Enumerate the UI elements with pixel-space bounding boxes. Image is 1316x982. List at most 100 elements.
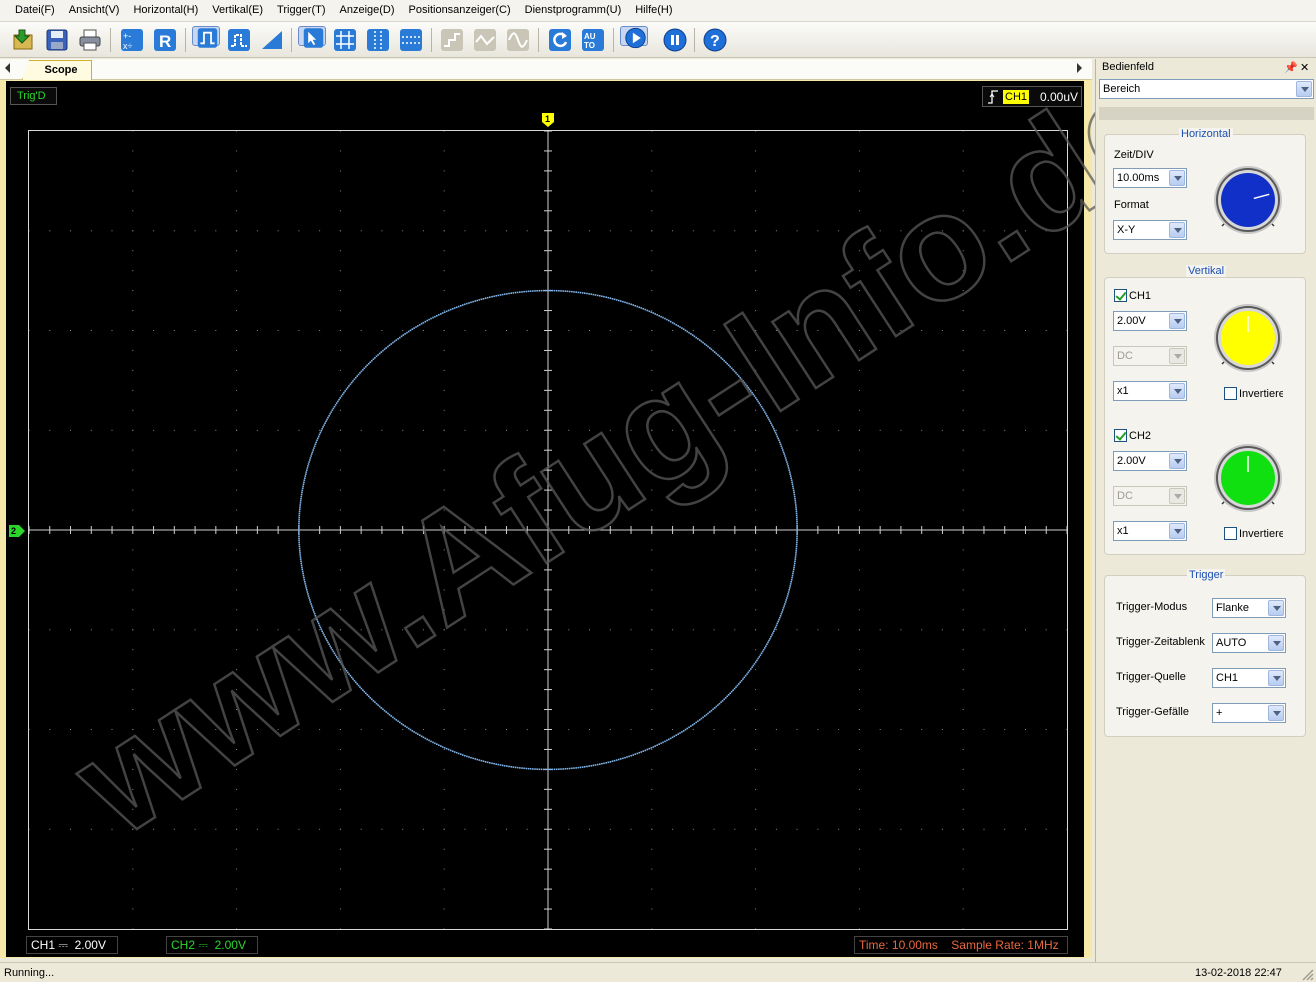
trace-point [337, 657, 339, 660]
menu-positionsanzeiger[interactable]: Positionsanzeiger(C) [402, 0, 518, 22]
trace-point [343, 666, 345, 669]
trace-point [514, 291, 517, 294]
ch2-volt-select[interactable]: 2.00V [1113, 451, 1187, 471]
menu-ansicht[interactable]: Ansicht(V) [62, 0, 127, 22]
open-icon [13, 29, 33, 50]
ch1-enable-checkbox[interactable] [1114, 289, 1127, 302]
print-button[interactable] [76, 26, 104, 54]
trace-point [691, 334, 694, 336]
trace-point [648, 747, 651, 750]
math-button[interactable]: +- x÷ [118, 26, 146, 54]
ch2-level-marker[interactable]: 2 [8, 524, 26, 538]
trigger-zeitablenk-select[interactable]: AUTO [1212, 633, 1286, 653]
trace-point [790, 581, 792, 583]
linear-interp-button[interactable] [471, 26, 499, 54]
trace-point [348, 673, 350, 675]
ramp-button[interactable] [258, 26, 286, 54]
menu-anzeige[interactable]: Anzeige(D) [333, 0, 402, 22]
ch1-invert-checkbox[interactable] [1224, 387, 1237, 400]
trace-point [352, 380, 354, 382]
ch2-probe-select[interactable]: x1 [1113, 521, 1187, 541]
ch1-horizontal-marker[interactable]: 1 [541, 112, 555, 128]
ch1-probe-select[interactable]: x1 [1113, 381, 1187, 401]
trace-point [470, 301, 472, 304]
help-button[interactable]: ? [701, 26, 729, 54]
ch2-invert-checkbox[interactable] [1224, 527, 1237, 540]
ch2-volt-knob[interactable] [1208, 442, 1288, 514]
vertical-cursor-button[interactable] [364, 26, 392, 54]
trace-point [789, 475, 792, 477]
sine-interp-button[interactable] [504, 26, 532, 54]
format-select[interactable]: X-Y [1113, 220, 1187, 240]
step-interp-button[interactable] [438, 26, 466, 54]
close-icon[interactable]: ✕ [1300, 61, 1309, 74]
trace-point [466, 302, 468, 305]
trigger-gefaelle-select[interactable]: + [1212, 703, 1286, 723]
auto-button[interactable]: AU TO [579, 26, 607, 54]
run-button[interactable] [620, 26, 648, 48]
tab-scope[interactable]: Scope [22, 60, 92, 80]
trigger-modus-select[interactable]: Flanke [1212, 598, 1286, 618]
panel-mode-select[interactable]: Bereich [1099, 79, 1314, 99]
trace-point [626, 756, 628, 758]
menu-horizontal[interactable]: Horizontal(H) [126, 0, 205, 22]
resize-grip-icon[interactable] [1300, 967, 1314, 981]
save-button[interactable] [43, 26, 71, 54]
grid-button[interactable] [331, 26, 359, 54]
trace-point [783, 453, 785, 455]
pin-icon[interactable]: 📌 [1284, 61, 1298, 74]
scope-plot[interactable] [28, 130, 1068, 930]
trace-point [677, 325, 679, 327]
math-icon: +-x÷ [121, 29, 143, 51]
trace-point [363, 690, 366, 693]
trace-point [682, 730, 685, 732]
square-wave-button[interactable] [192, 26, 220, 48]
trace-point [455, 751, 458, 754]
ch1-volt-knob[interactable] [1208, 302, 1288, 374]
trace-point [311, 453, 313, 455]
stop-button[interactable] [661, 26, 689, 54]
trace-point [298, 514, 301, 517]
trace-point [380, 351, 383, 353]
cursor-select-button[interactable] [298, 26, 326, 48]
tab-scroll-left-icon[interactable] [5, 63, 10, 73]
zeit-div-select[interactable]: 10.00ms [1113, 168, 1187, 188]
menu-dienstprogramm[interactable]: Dienstprogramm(U) [518, 0, 629, 22]
trace-point [508, 765, 510, 768]
trace-point [542, 768, 545, 771]
trace-point [634, 753, 636, 755]
menu-hilfe[interactable]: Hilfe(H) [628, 0, 679, 22]
trace-point [424, 737, 427, 740]
trace-point [581, 292, 584, 294]
horizontal-cursor-button[interactable] [397, 26, 425, 54]
refresh-button[interactable] [546, 26, 574, 54]
trace-point [735, 686, 737, 688]
trace-point [652, 746, 655, 748]
menu-datei[interactable]: Datei(F) [0, 0, 62, 22]
trace-point [624, 756, 626, 759]
open-button[interactable] [10, 26, 38, 54]
trace-point [764, 411, 766, 413]
trace-point [742, 678, 744, 680]
pulse-button[interactable] [225, 26, 253, 54]
tab-scroll-right-icon[interactable] [1077, 63, 1082, 73]
timebase-knob[interactable] [1208, 164, 1288, 236]
reference-button[interactable]: R [151, 26, 179, 54]
trace-point [359, 686, 361, 688]
ch1-coupling-select[interactable]: DC [1113, 346, 1187, 366]
ch1-volt-select[interactable]: 2.00V [1113, 311, 1187, 331]
ch2-coupling-select[interactable]: DC [1113, 486, 1187, 506]
trace-point [464, 303, 466, 306]
vertical-title: Vertikal [1186, 265, 1227, 277]
grid-icon [334, 29, 356, 51]
save-icon [46, 29, 68, 51]
menu-trigger[interactable]: Trigger(T) [270, 0, 332, 22]
trace-point [756, 398, 758, 401]
trigger-quelle-select[interactable]: CH1 [1212, 668, 1286, 688]
trace-point [306, 589, 308, 591]
menu-vertikal[interactable]: Vertikal(E) [205, 0, 270, 22]
trace-point [562, 290, 564, 292]
trace-point [512, 766, 515, 768]
ch2-enable-checkbox[interactable] [1114, 429, 1127, 442]
trace-point [409, 329, 412, 332]
